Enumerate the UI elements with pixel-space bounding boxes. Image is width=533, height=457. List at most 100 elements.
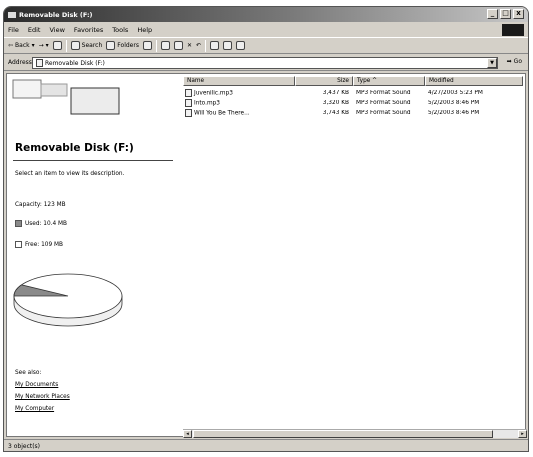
file-type: MP3 Format Sound (356, 110, 411, 116)
menu-favorites[interactable]: Favorites (74, 26, 103, 34)
free-legend: Free: 109 MB (15, 241, 63, 248)
back-dropdown-icon[interactable]: ▾ (32, 42, 35, 49)
views-button[interactable] (210, 41, 220, 50)
used-swatch (15, 220, 22, 227)
title-bar[interactable]: Removable Disk (F:) _ □ x (4, 7, 528, 22)
search-button[interactable]: Search (70, 41, 102, 50)
disk-usage-pie (13, 273, 123, 327)
undo-button[interactable]: ↶ (196, 42, 201, 49)
up-button[interactable] (52, 41, 62, 50)
go-arrow-icon: ➡ (506, 58, 512, 65)
content-area: Removable Disk (F:) Select an item to vi… (6, 73, 527, 438)
description-text: Select an item to view its description. (15, 171, 125, 177)
file-size: 3,437 KB (322, 90, 349, 96)
column-name[interactable]: Name (183, 76, 295, 86)
move-to-icon (160, 41, 170, 50)
file-row[interactable]: Into.mp3 3,320 KB MP3 Format Sound 5/2/2… (183, 98, 523, 108)
scroll-left-button[interactable]: ◂ (183, 430, 192, 438)
media-button[interactable] (223, 41, 233, 50)
explorer-window: Removable Disk (F:) _ □ x File Edit View… (3, 6, 529, 452)
forward-dropdown-icon[interactable]: ▾ (46, 42, 49, 49)
column-size[interactable]: Size (295, 76, 353, 86)
file-name: Juvenilic.mp3 (194, 90, 233, 97)
address-dropdown-button[interactable]: ▼ (487, 58, 497, 68)
column-type-label: Type (357, 78, 371, 84)
delete-button[interactable]: ✕ (187, 42, 192, 49)
close-button[interactable]: x (513, 9, 524, 19)
folders-label: Folders (117, 42, 139, 49)
properties-button[interactable] (236, 41, 246, 50)
toolbar-separator (65, 39, 67, 52)
up-folder-icon (52, 41, 62, 50)
file-name: Into.mp3 (194, 100, 220, 107)
file-modified: 4/27/2003 5:23 PM (428, 90, 483, 96)
mp3-file-icon (185, 109, 192, 117)
copy-to-button[interactable] (173, 41, 183, 50)
maximize-button[interactable]: □ (500, 9, 511, 19)
address-value: Removable Disk (F:) (45, 59, 105, 67)
go-button[interactable]: ➡ Go (507, 58, 522, 65)
file-name: Will You Be There... (194, 110, 250, 117)
menu-file[interactable]: File (8, 26, 19, 34)
folders-button[interactable]: Folders (106, 41, 139, 50)
my-documents-link[interactable]: My Documents (15, 382, 58, 388)
address-bar: Address Removable Disk (F:) ▼ ➡ Go (4, 55, 528, 71)
horizontal-scrollbar[interactable]: ◂ ▸ (183, 429, 527, 438)
menu-help[interactable]: Help (137, 26, 152, 34)
file-list-pane: Name Size Type ^ Modified Juvenilic.mp3 … (183, 74, 527, 438)
properties-icon (236, 41, 246, 50)
scrollbar-thumb[interactable] (193, 430, 493, 438)
sort-ascending-icon: ^ (372, 78, 378, 84)
menu-edit[interactable]: Edit (28, 26, 41, 34)
file-modified: 5/2/2003 8:46 PM (428, 110, 480, 116)
free-text: Free: 109 MB (25, 241, 63, 248)
menu-tools[interactable]: Tools (112, 26, 128, 34)
file-row[interactable]: Will You Be There... 3,743 KB MP3 Format… (183, 108, 523, 118)
address-input[interactable]: Removable Disk (F:) ▼ (32, 57, 498, 69)
capacity-text: Capacity: 123 MB (15, 202, 66, 208)
drive-banner-graphic (12, 79, 120, 115)
back-label: Back (15, 42, 30, 49)
back-arrow-icon: ⇦ (8, 42, 14, 49)
web-view-pane: Removable Disk (F:) Select an item to vi… (7, 74, 177, 436)
toolbar-separator (155, 39, 157, 52)
file-row[interactable]: Juvenilic.mp3 3,437 KB MP3 Format Sound … (183, 88, 523, 98)
go-label: Go (513, 58, 522, 65)
back-button[interactable]: ⇦ Back ▾ (8, 42, 35, 49)
column-type[interactable]: Type ^ (353, 76, 425, 86)
views-icon (210, 41, 220, 50)
file-type: MP3 Format Sound (356, 90, 411, 96)
mp3-file-icon (185, 89, 192, 97)
window-controls: _ □ x (487, 9, 524, 19)
mp3-file-icon (185, 99, 192, 107)
my-network-places-link[interactable]: My Network Places (15, 394, 70, 400)
address-label: Address (8, 59, 32, 66)
search-icon (70, 41, 80, 50)
column-headers: Name Size Type ^ Modified (183, 76, 523, 86)
file-type: MP3 Format Sound (356, 100, 411, 106)
history-button[interactable] (142, 41, 152, 50)
standard-toolbar: ⇦ Back ▾ → ▾ Search Folders ✕ ↶ (4, 37, 528, 54)
forward-button[interactable]: → ▾ (39, 42, 49, 49)
toolbar-separator (205, 39, 207, 52)
windows-logo (502, 24, 524, 36)
menu-bar: File Edit View Favorites Tools Help (4, 23, 528, 36)
title-divider (13, 160, 173, 161)
column-modified[interactable]: Modified (425, 76, 523, 86)
status-bar: 3 object(s) (4, 439, 528, 451)
undo-icon: ↶ (196, 42, 202, 49)
window-title: Removable Disk (F:) (19, 10, 93, 19)
file-size: 3,743 KB (322, 110, 349, 116)
file-size: 3,320 KB (322, 100, 349, 106)
delete-icon: ✕ (186, 42, 192, 49)
folders-icon (106, 41, 116, 50)
drive-icon (8, 11, 16, 18)
status-text: 3 object(s) (8, 442, 41, 450)
free-swatch (15, 241, 22, 248)
scroll-right-button[interactable]: ▸ (518, 430, 527, 438)
my-computer-link[interactable]: My Computer (15, 406, 54, 412)
file-modified: 5/2/2003 8:46 PM (428, 100, 480, 106)
minimize-button[interactable]: _ (487, 9, 498, 19)
menu-view[interactable]: View (49, 26, 64, 34)
move-to-button[interactable] (160, 41, 170, 50)
